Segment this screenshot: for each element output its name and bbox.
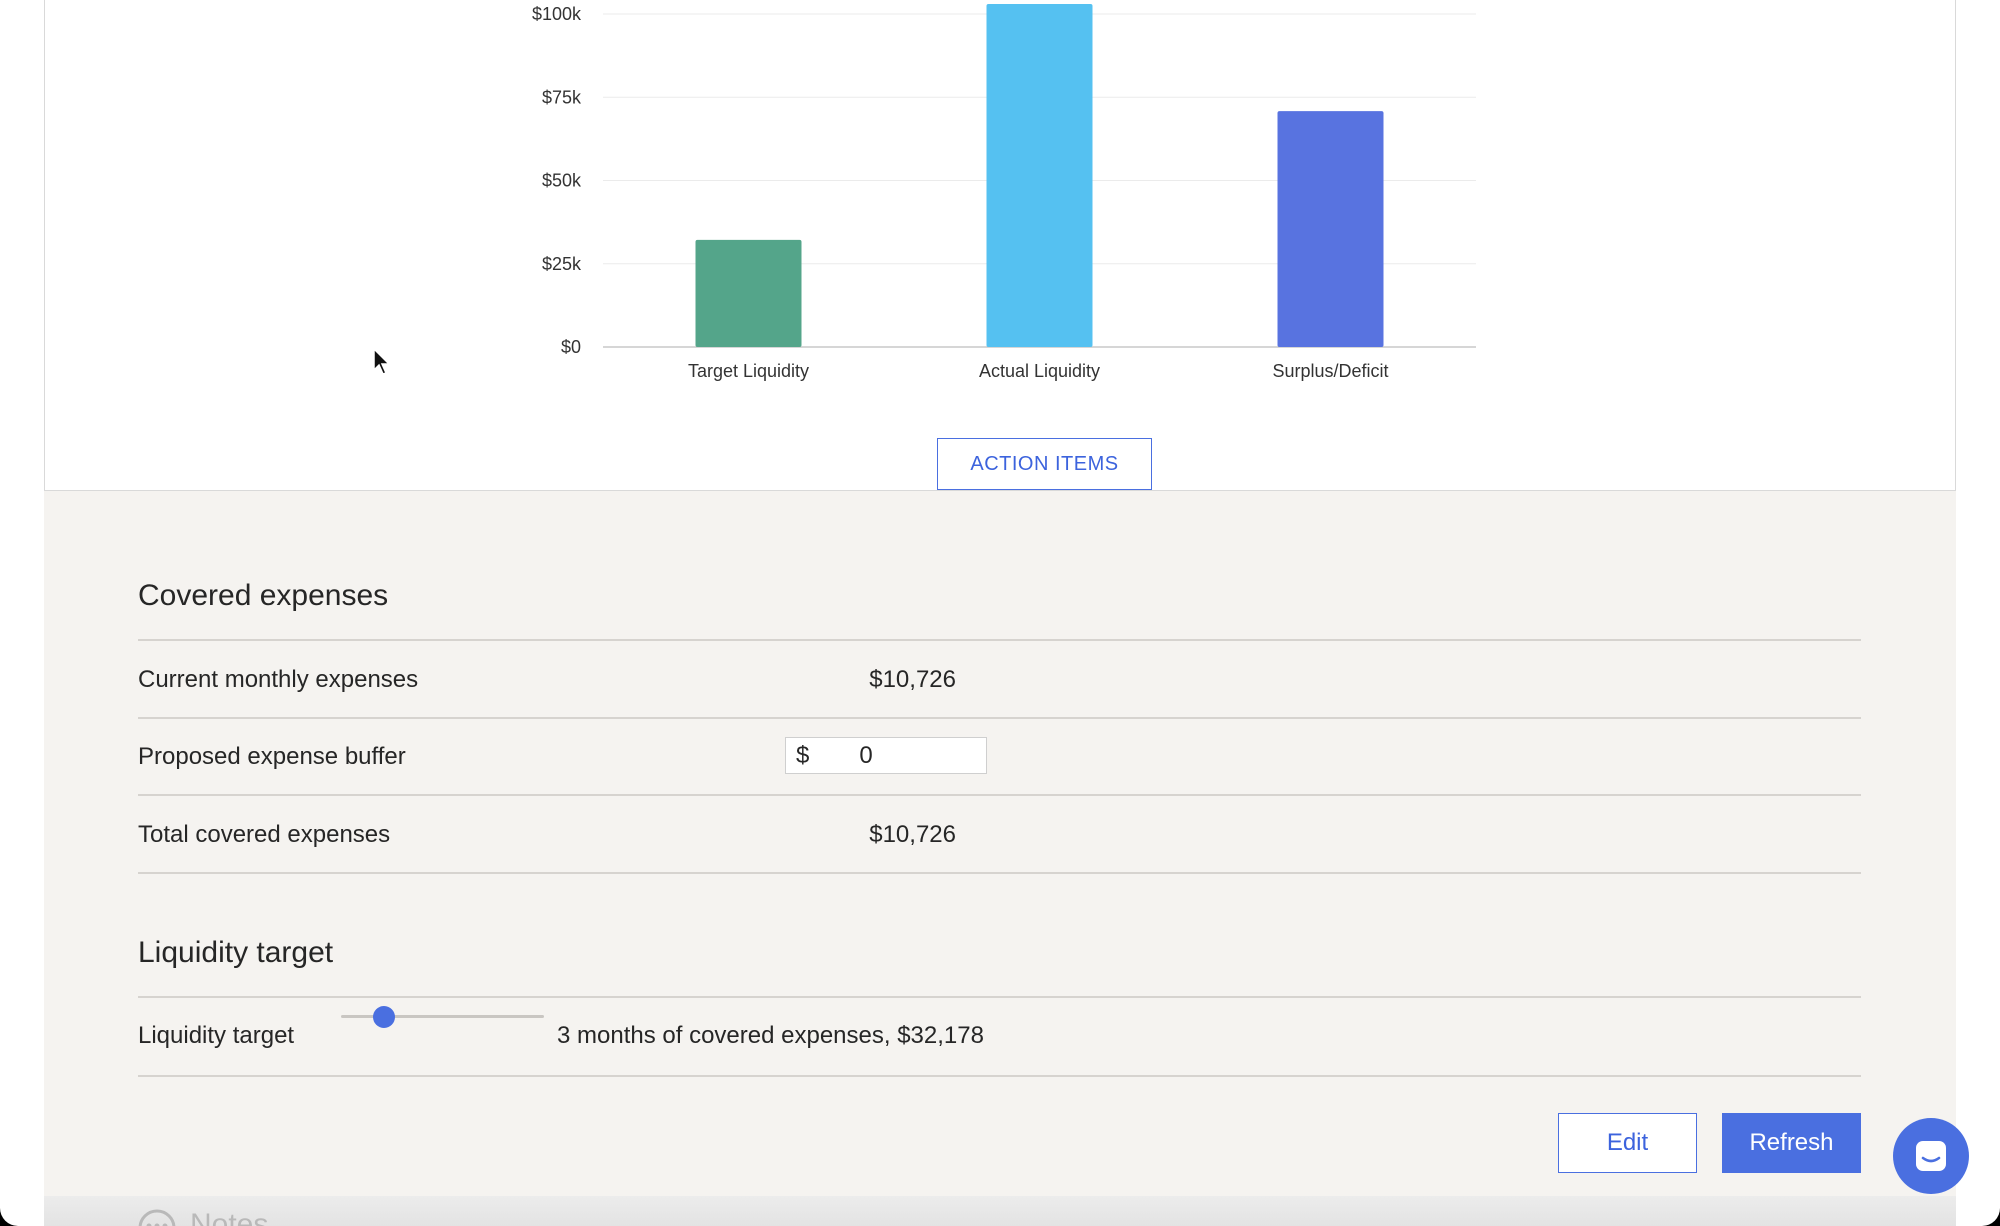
current-monthly-expenses-label: Current monthly expenses: [138, 666, 419, 693]
liquidity-target-label: Liquidity target: [138, 1022, 295, 1049]
covered-expenses-title: Covered expenses: [138, 579, 389, 612]
app-window: $0 $25k $50k $75k $100k Target Liquidity Actua…: [0, 0, 2000, 1226]
y-tick-label: $100k: [532, 4, 582, 24]
x-tick-label: Target Liquidity: [688, 361, 809, 381]
liquidity-target-summary: 3 months of covered expenses, $32,178: [557, 1022, 984, 1049]
liquidity-target-title: Liquidity target: [138, 936, 334, 969]
bar-surplus-deficit: [1277, 111, 1384, 347]
divider: [138, 794, 1861, 796]
action-items-button[interactable]: ACTION ITEMS: [937, 438, 1152, 490]
bar-actual-liquidity: [986, 4, 1093, 347]
total-covered-expenses-value: $10,726: [869, 821, 956, 848]
liquidity-target-slider[interactable]: [341, 1004, 544, 1030]
expenses-panel: Covered expenses Current monthly expense…: [44, 491, 1956, 1226]
bar-target-liquidity: [695, 239, 802, 347]
divider: [138, 639, 1861, 641]
x-tick-label: Surplus/Deficit: [1272, 361, 1388, 381]
cursor-arrow-icon: [373, 348, 391, 375]
currency-symbol: $: [796, 741, 810, 769]
divider: [138, 717, 1861, 719]
divider: [138, 996, 1861, 998]
x-tick-label: Actual Liquidity: [979, 361, 1100, 381]
chat-button[interactable]: [1893, 1118, 1969, 1194]
notes-section-header: [44, 1196, 1956, 1226]
notes-icon: [138, 1209, 176, 1226]
expense-buffer-field[interactable]: $: [785, 737, 987, 774]
divider: [138, 872, 1861, 874]
proposed-expense-buffer-label: Proposed expense buffer: [138, 743, 406, 770]
refresh-button[interactable]: Refresh: [1722, 1113, 1861, 1173]
total-covered-expenses-label: Total covered expenses: [138, 821, 391, 848]
divider: [138, 1075, 1861, 1077]
chat-icon: [1916, 1141, 1946, 1171]
current-monthly-expenses-value: $10,726: [869, 666, 956, 693]
y-tick-label: $25k: [542, 254, 582, 274]
slider-track: [341, 1015, 544, 1018]
edit-button[interactable]: Edit: [1558, 1113, 1697, 1173]
slider-thumb[interactable]: [373, 1006, 395, 1028]
y-tick-label: $75k: [542, 87, 582, 107]
y-tick-label: $0: [561, 337, 581, 357]
notes-label[interactable]: Notes: [190, 1208, 268, 1226]
liquidity-bar-chart: $0 $25k $50k $75k $100k Target Liquidity Actua…: [532, 4, 1476, 381]
y-tick-label: $50k: [542, 171, 582, 191]
liquidity-chart-card: $0 $25k $50k $75k $100k Target Liquidity Actua…: [44, 0, 1956, 491]
expense-buffer-input[interactable]: [826, 741, 906, 770]
